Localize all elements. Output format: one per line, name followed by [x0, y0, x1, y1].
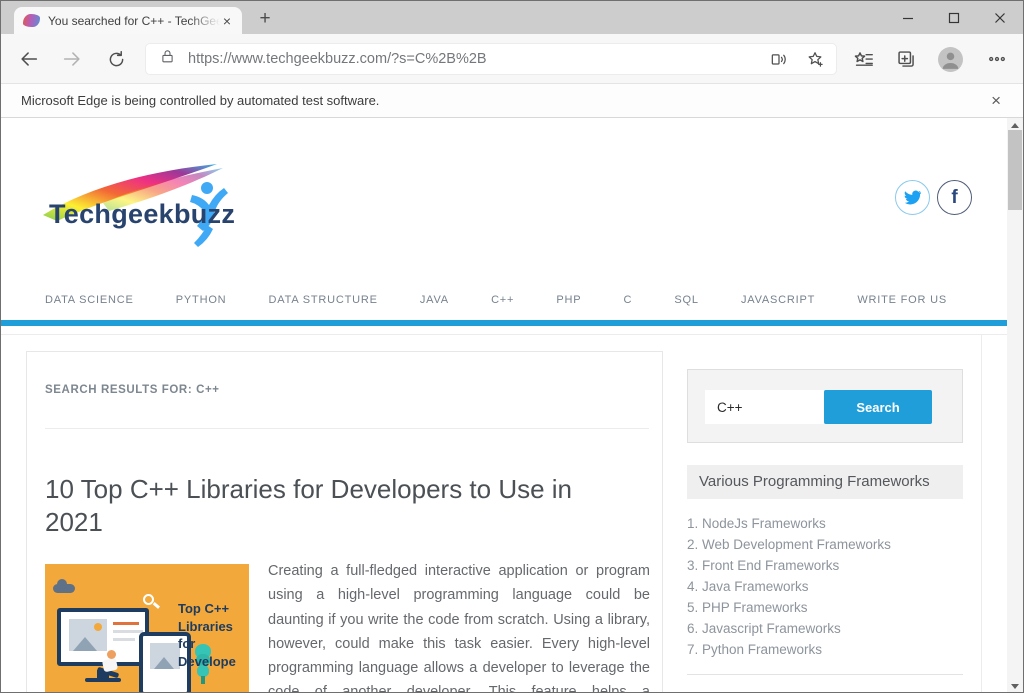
- tab-close-icon[interactable]: ×: [220, 13, 234, 29]
- content-divider-right: [981, 334, 982, 693]
- nav-item[interactable]: WRITE FOR US: [857, 294, 947, 306]
- logo-text: Techgeekbuzz: [49, 199, 235, 230]
- thumb-magnifier-icon: [143, 594, 154, 605]
- nav-item[interactable]: DATA SCIENCE: [45, 294, 134, 306]
- new-tab-button[interactable]: +: [252, 6, 278, 32]
- facebook-button[interactable]: f: [937, 180, 972, 215]
- close-window-button[interactable]: [977, 1, 1023, 34]
- add-favorite-star-icon[interactable]: [800, 46, 830, 72]
- content-divider-top: [1, 334, 1008, 335]
- forward-button[interactable]: [59, 46, 85, 72]
- article-title-link[interactable]: 10 Top C++ Libraries for Developers to U…: [45, 473, 637, 539]
- page-scrollbar[interactable]: [1007, 118, 1023, 693]
- minimize-button[interactable]: [885, 1, 931, 34]
- nav-item[interactable]: C: [624, 294, 633, 306]
- thumb-cloud-icon: [53, 584, 75, 593]
- frameworks-list-item: 5. PHP Frameworks: [687, 597, 963, 618]
- frameworks-list-item: 1. NodeJs Frameworks: [687, 513, 963, 534]
- twitter-icon: [904, 189, 921, 206]
- automation-notice-bar: Microsoft Edge is being controlled by au…: [1, 84, 1023, 118]
- nav-item[interactable]: C++: [491, 294, 514, 306]
- frameworks-list-item: 7. Python Frameworks: [687, 639, 963, 660]
- search-results-panel: SEARCH RESULTS FOR: C++ 10 Top C++ Libra…: [26, 351, 663, 693]
- profile-avatar[interactable]: [938, 47, 963, 72]
- browser-toolbar: https://www.techgeekbuzz.com/?s=C%2B%2B: [1, 34, 1023, 84]
- frameworks-list: 1. NodeJs Frameworks2. Web Development F…: [687, 513, 963, 660]
- address-bar[interactable]: https://www.techgeekbuzz.com/?s=C%2B%2B: [145, 43, 837, 75]
- results-divider: [45, 428, 649, 429]
- frameworks-list-item: 3. Front End Frameworks: [687, 555, 963, 576]
- nav-item[interactable]: JAVA: [420, 294, 449, 306]
- framework-link[interactable]: 2. Web Development Frameworks: [687, 534, 963, 555]
- frameworks-list-item: 4. Java Frameworks: [687, 576, 963, 597]
- refresh-button[interactable]: [103, 46, 129, 72]
- main-navigation: DATA SCIENCE PYTHON DATA STRUCTURE JAVA C++ P…: [1, 279, 1008, 326]
- nav-item[interactable]: DATA STRUCTURE: [269, 294, 378, 306]
- frameworks-widget-title: Various Programming Frameworks: [687, 465, 963, 499]
- nav-item[interactable]: PYTHON: [176, 294, 227, 306]
- sidebar-search-button[interactable]: Search: [824, 390, 932, 424]
- framework-link[interactable]: 1. NodeJs Frameworks: [687, 513, 963, 534]
- sidebar-search-input[interactable]: [705, 390, 824, 424]
- scrollbar-thumb[interactable]: [1008, 130, 1022, 210]
- thumb-person-graphic: [107, 650, 116, 659]
- lock-icon[interactable]: [159, 48, 176, 70]
- collections-icon[interactable]: [893, 46, 919, 72]
- framework-link[interactable]: 4. Java Frameworks: [687, 576, 963, 597]
- thumbnail-caption: Top C++ Libraries for Develope: [178, 600, 249, 670]
- site-logo[interactable]: Techgeekbuzz: [41, 161, 246, 259]
- nav-item[interactable]: SQL: [674, 294, 698, 306]
- framework-link[interactable]: 3. Front End Frameworks: [687, 555, 963, 576]
- framework-link[interactable]: 6. Javascript Frameworks: [687, 618, 963, 639]
- favorites-hub-icon[interactable]: [850, 46, 876, 72]
- browser-tab[interactable]: You searched for C++ - TechGee ×: [14, 7, 242, 34]
- notice-close-icon[interactable]: ×: [991, 92, 1001, 109]
- read-aloud-icon[interactable]: [764, 46, 794, 72]
- scrollbar-down-arrow[interactable]: [1007, 679, 1023, 693]
- browser-window: You searched for C++ - TechGee × +: [0, 0, 1024, 693]
- tab-title: You searched for C++ - TechGee: [48, 14, 220, 28]
- tab-favicon-icon: [23, 14, 40, 27]
- web-page: Techgeekbuzz f DATA SCIENCE PYTHON DATA ST…: [1, 118, 1023, 693]
- search-results-label: SEARCH RESULTS FOR: C++: [45, 384, 220, 396]
- window-controls: [885, 1, 1023, 34]
- title-bar: You searched for C++ - TechGee × +: [1, 1, 1023, 34]
- twitter-button[interactable]: [895, 180, 930, 215]
- sidebar-divider: [687, 674, 963, 675]
- framework-link[interactable]: 7. Python Frameworks: [687, 639, 963, 660]
- settings-menu-icon[interactable]: [984, 46, 1010, 72]
- framework-link[interactable]: 5. PHP Frameworks: [687, 597, 963, 618]
- nav-item[interactable]: PHP: [556, 294, 581, 306]
- back-button[interactable]: [16, 46, 42, 72]
- facebook-icon: f: [951, 187, 957, 209]
- nav-item[interactable]: JAVASCRIPT: [741, 294, 815, 306]
- frameworks-list-item: 2. Web Development Frameworks: [687, 534, 963, 555]
- thumb-monitor-graphic: [57, 608, 149, 666]
- main-nav-links: DATA SCIENCE PYTHON DATA STRUCTURE JAVA C++ P…: [45, 279, 947, 320]
- url-text[interactable]: https://www.techgeekbuzz.com/?s=C%2B%2B: [188, 51, 764, 67]
- nav-accent-bar: [1, 320, 1008, 326]
- article-excerpt: Creating a full-fledged interactive appl…: [268, 559, 650, 693]
- automation-notice-text: Microsoft Edge is being controlled by au…: [21, 93, 991, 108]
- sidebar-search-widget: Search: [687, 369, 963, 443]
- frameworks-list-item: 6. Javascript Frameworks: [687, 618, 963, 639]
- article-thumbnail[interactable]: Top C++ Libraries for Develope: [45, 564, 249, 693]
- maximize-button[interactable]: [931, 1, 977, 34]
